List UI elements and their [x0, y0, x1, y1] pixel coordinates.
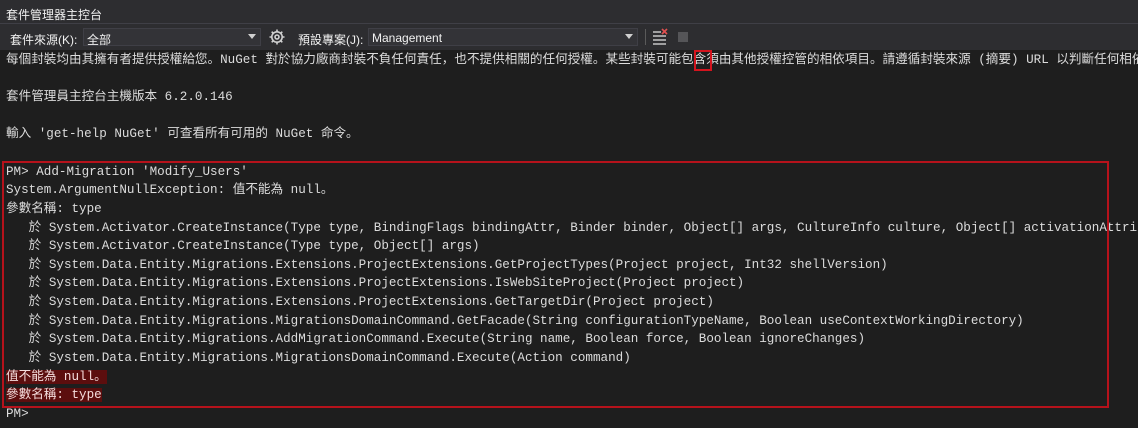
console-line: 套件管理員主控台主機版本 6.2.0.146	[6, 90, 233, 104]
package-source-value: 全部	[87, 33, 112, 47]
default-project-label: 預設專案(J):	[298, 33, 364, 47]
annotation-error-box	[2, 161, 1109, 408]
default-project-dropdown[interactable]: Management	[368, 28, 638, 46]
console-line: 輸入 'get-help NuGet' 可查看所有可用的 NuGet 命令。	[6, 127, 359, 141]
window-title: 套件管理器主控台	[6, 8, 103, 22]
gear-icon[interactable]	[268, 28, 286, 46]
package-source-dropdown[interactable]: 全部	[83, 28, 261, 47]
chevron-down-icon	[625, 34, 633, 39]
console-line: 每個封裝均由其擁有者提供授權給您。NuGet 對於協力廠商封裝不負任何責任，也不…	[6, 53, 1138, 67]
toolbar-separator	[645, 29, 646, 45]
clear-console-icon[interactable]	[652, 28, 668, 46]
stop-icon[interactable]	[678, 32, 688, 42]
package-source-label: 套件來源(K):	[10, 33, 78, 47]
default-project-value: Management	[372, 31, 443, 45]
toolbar: 套件來源(K): 全部 預設專案(J): Management	[0, 24, 1138, 50]
annotation-highlight-box	[694, 50, 712, 71]
tool-window-title-bar: 套件管理器主控台	[0, 0, 1138, 24]
chevron-down-icon	[248, 34, 256, 39]
